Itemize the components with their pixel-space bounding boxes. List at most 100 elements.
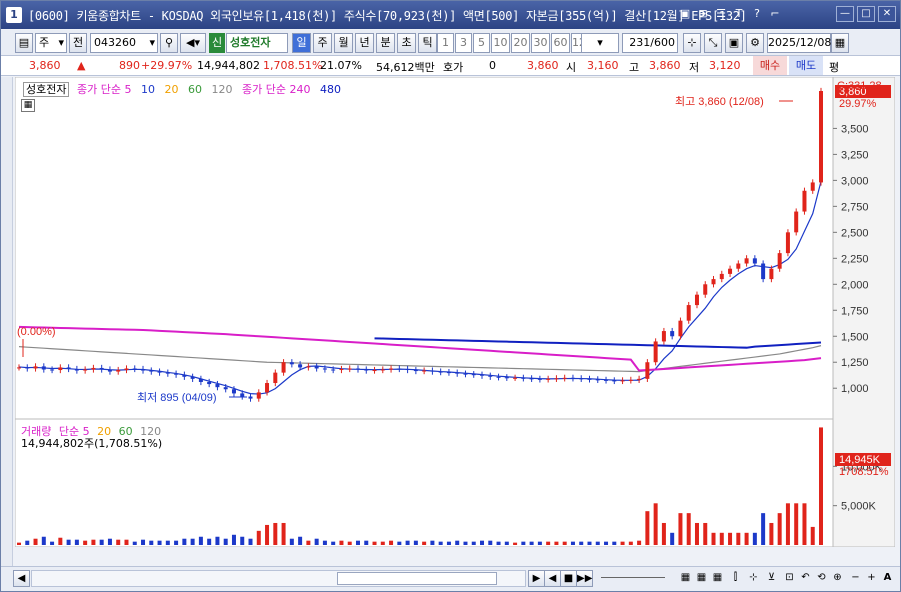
volume-bar [322,540,327,545]
count-field[interactable]: 231/600 [622,33,678,53]
period-button-2[interactable]: 월 [334,33,353,53]
zoom-out-icon[interactable]: − [847,570,864,587]
interval-button-3[interactable]: 10 [491,33,510,53]
zoom-in-icon[interactable]: + [863,570,880,587]
volume-bar [74,539,79,545]
font-size-icon[interactable]: A [879,570,896,587]
volume-bar [513,542,518,545]
period-button-1[interactable]: 주 [313,33,332,53]
count-total: /600 [650,36,675,49]
candle [306,366,311,368]
candle [132,368,137,370]
price-tick-label: 1,000 [841,383,869,395]
interval-button-1[interactable]: 3 [455,33,472,53]
date-field[interactable]: 2025/12/08 [767,33,831,53]
stop-icon[interactable]: ■ [560,570,577,587]
table-toggle-icon[interactable]: ▦ [21,99,35,112]
calendar-icon[interactable]: ▦ [831,33,849,53]
volume-bar [554,541,559,545]
volume-bar [355,540,360,545]
prev-button[interactable]: 전 [69,33,87,53]
volume-bar [157,540,162,545]
layout-icon[interactable]: ▤ [15,33,33,53]
candle [670,331,675,337]
zoom-icon[interactable]: ⊕ [829,570,846,587]
left-scrollbar[interactable] [1,77,13,569]
price-volume-chart[interactable]: 1,000 1,250 1,500 1,750 2,000 2,250 2,500 2,750… [15,77,895,547]
search-icon[interactable]: ⚲ [160,33,178,53]
period-button-0[interactable]: 일 [292,33,311,53]
volume-bar [339,540,344,545]
candle [595,379,600,381]
candle [380,369,385,371]
open-label: 시 [566,61,577,74]
volume-value-label: 14,944,802주(1,708.51%) [21,437,163,450]
text-icon[interactable]: T [732,7,746,21]
interval-button-6[interactable]: 60 [551,33,570,53]
grid-icon[interactable]: ▦ [677,570,694,587]
window-icon[interactable]: ▣ [678,7,692,21]
scroll-left-icon[interactable]: ◀ [13,570,30,587]
fast-forward-icon[interactable]: ▶▶ [576,570,593,587]
period-button-5[interactable]: 초 [397,33,416,53]
sell-button[interactable]: 매도 [789,56,823,75]
volume-bar [819,427,823,545]
interval-button-4[interactable]: 20 [511,33,530,53]
settings-icon[interactable]: ⚙ [746,33,764,53]
zoom-slider[interactable] [601,577,665,578]
help-icon[interactable]: ? [750,7,764,21]
interval-button-5[interactable]: 30 [531,33,550,53]
draw-tool-icon[interactable]: ⤡ [704,33,722,53]
undo-icon[interactable]: ↶ [797,570,814,587]
evaluate-button[interactable]: 평 [829,59,839,75]
candle [364,369,369,371]
candle [678,320,683,337]
stock-name-field[interactable]: 성호전자 [226,33,288,53]
filter-icon[interactable]: ⫿ [727,570,744,587]
stock-code-input[interactable]: 043260 ▾ [90,33,158,53]
list-icon[interactable]: ☰ [714,7,728,21]
high-annotation: 최고 3,860 (12/08) [675,95,764,108]
candle [422,370,427,372]
minimize-button[interactable]: — [836,6,854,22]
type-select[interactable]: 주 ▾ [35,33,67,53]
volume-bar [25,540,30,545]
scroll-thumb[interactable] [337,572,497,585]
volume-bar [562,541,567,545]
high-price: 3,860 [649,59,681,72]
volume-bar [66,539,71,545]
price-tick-label: 3,500 [841,123,869,135]
volume-bar [50,541,55,545]
cursor-icon[interactable]: ⊻ [763,570,780,587]
candle [620,380,625,382]
volume-bar [703,522,708,545]
reset-icon[interactable]: ⟲ [813,570,830,587]
period-button-4[interactable]: 분 [376,33,395,53]
title-bar[interactable]: 1 [0600] 키움종합차트 - KOSDAQ 외국인보유[1,418(천)]… [1,1,900,29]
chart-type-icon[interactable]: ⊹ [683,33,701,53]
interval-button-2[interactable]: 5 [473,33,490,53]
save-icon[interactable]: ▣ [725,33,743,53]
close-button[interactable]: ✕ [878,6,896,22]
play-prev-icon[interactable]: ◀ [544,570,561,587]
ma10-label: 10 [140,83,155,96]
ma60-label: 60 [187,83,202,96]
step-right-icon[interactable]: ▶ [528,570,545,587]
horizontal-scrollbar[interactable] [31,570,526,587]
sound-icon[interactable]: ◀▾ [180,33,206,53]
grid-icon-2[interactable]: ▦ [693,570,710,587]
window-buttons: — □ ✕ [836,6,896,22]
step-select[interactable]: ▾ [581,33,619,53]
period-button-6[interactable]: 틱 [418,33,437,53]
volume-bar [405,540,410,545]
grid-icon-3[interactable]: ▦ [709,570,726,587]
period-button-3[interactable]: 년 [355,33,374,53]
buy-button[interactable]: 매수 [753,56,787,75]
restore-icon[interactable]: ⌐ [768,7,782,21]
fit-icon[interactable]: ⊡ [781,570,798,587]
maximize-button[interactable]: □ [857,6,875,22]
candle [182,374,187,377]
crosshair-icon[interactable]: ⊹ [745,570,762,587]
interval-button-0[interactable]: 1 [437,33,454,53]
link-icon[interactable]: ⊞ [696,7,710,21]
